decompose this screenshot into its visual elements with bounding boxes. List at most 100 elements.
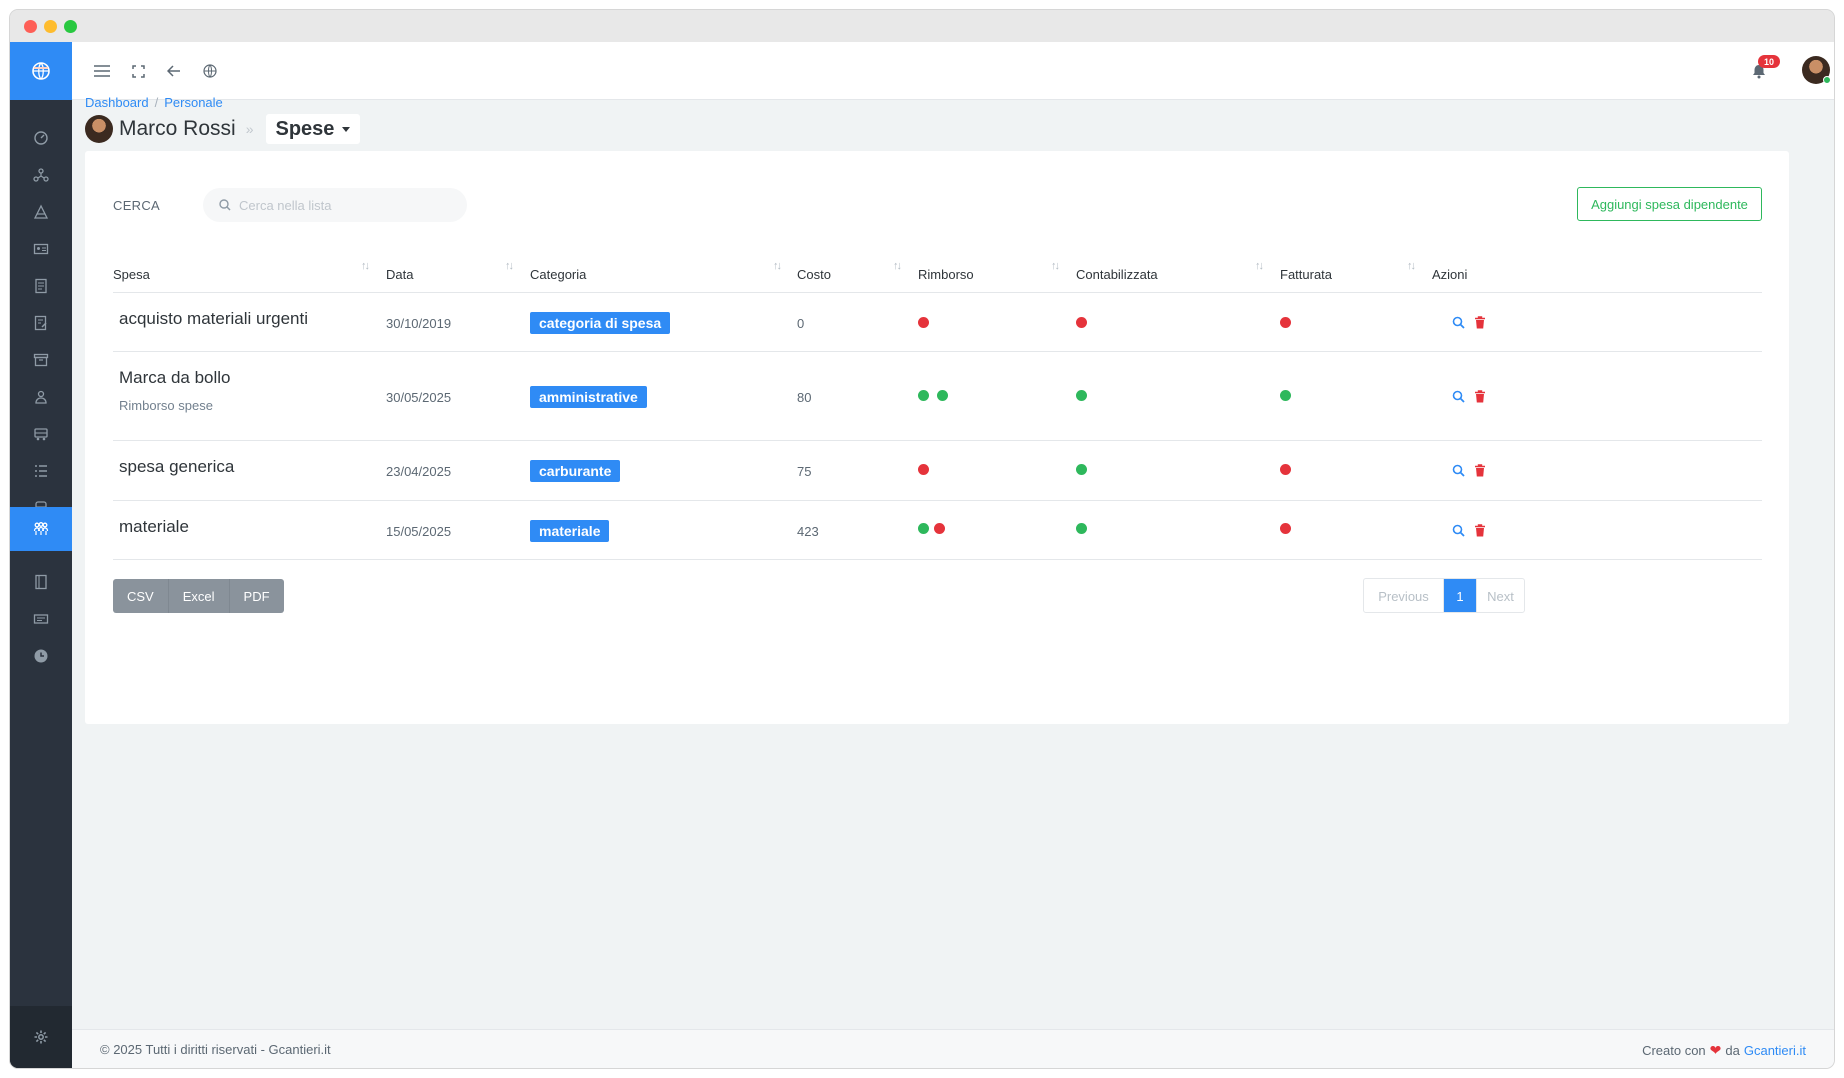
window-titlebar <box>10 10 1834 42</box>
rimborso-status-dot <box>934 523 945 534</box>
archive-icon <box>33 353 49 367</box>
gear-icon <box>34 1030 48 1044</box>
expense-date: 15/05/2025 <box>386 524 452 539</box>
trash-icon <box>1475 316 1485 329</box>
breadcrumb-dashboard[interactable]: Dashboard <box>85 95 149 110</box>
delete-button[interactable] <box>1474 524 1488 538</box>
back-button[interactable] <box>164 61 184 81</box>
trash-icon <box>1475 390 1485 403</box>
rimborso-status-dot <box>918 317 929 328</box>
caret-down-icon <box>342 126 351 132</box>
search-box <box>203 188 467 222</box>
document-icon <box>35 278 47 294</box>
pagination-next[interactable]: Next <box>1476 579 1524 612</box>
view-button[interactable] <box>1452 316 1466 330</box>
magnifier-icon <box>1452 390 1465 403</box>
search-input[interactable] <box>239 197 439 213</box>
heart-icon: ❤ <box>1709 1042 1722 1058</box>
expense-date: 30/10/2019 <box>386 316 452 331</box>
magnifier-icon <box>1452 524 1465 537</box>
dashboard-icon <box>34 131 48 145</box>
export-csv-button[interactable]: CSV <box>113 579 169 613</box>
footer-credits: Creato con ❤ da Gcantieri.it <box>1642 1042 1806 1059</box>
fullscreen-button[interactable] <box>128 61 148 81</box>
category-tag: materiale <box>530 520 610 542</box>
app-logo[interactable] <box>10 42 72 100</box>
notifications-badge: 10 <box>1758 55 1780 68</box>
footer-copyright: © 2025 Tutti i diritti riservati - Gcant… <box>100 1042 331 1057</box>
breadcrumb-separator: / <box>154 95 159 110</box>
column-header-data[interactable]: Data <box>386 256 413 293</box>
expense-title[interactable]: spesa generica <box>119 457 234 477</box>
sort-icon[interactable]: ↑↓ <box>505 260 514 272</box>
column-header-categoria[interactable]: Categoria <box>530 256 586 293</box>
sort-icon[interactable]: ↑↓ <box>1407 260 1416 272</box>
users-icon <box>35 390 47 404</box>
sort-icon[interactable]: ↑↓ <box>893 260 902 272</box>
footer-credits-prefix: Creato con <box>1642 1043 1706 1058</box>
pagination-page-1[interactable]: 1 <box>1444 579 1476 612</box>
sidebar-item-history[interactable] <box>10 634 72 678</box>
expense-title[interactable]: materiale <box>119 517 189 537</box>
column-header-spesa[interactable]: Spesa <box>113 256 150 293</box>
rimborso-status-dot <box>918 464 929 475</box>
column-header-costo[interactable]: Costo <box>797 256 831 293</box>
search-icon <box>219 199 231 211</box>
export-button-group: CSV Excel PDF <box>113 579 284 613</box>
header-separator: » <box>245 121 254 137</box>
globe-logo-icon <box>32 62 50 80</box>
view-button[interactable] <box>1452 390 1466 404</box>
category-tag: amministrative <box>530 386 647 408</box>
sidebar-item-personale[interactable] <box>10 507 72 551</box>
section-dropdown[interactable]: Spese <box>265 114 361 144</box>
menu-toggle-button[interactable] <box>92 61 112 81</box>
fullscreen-icon <box>131 64 145 78</box>
table-row: spesa generica 23/04/2025 carburante 75 <box>113 441 1762 501</box>
app-window: 10 Dashboard / Personale Marco Rossi » S… <box>10 10 1834 1068</box>
clock-icon <box>34 649 48 663</box>
pagination-previous[interactable]: Previous <box>1364 579 1444 612</box>
language-button[interactable] <box>200 61 220 81</box>
minimize-window-button[interactable] <box>44 20 57 33</box>
delete-button[interactable] <box>1474 390 1488 404</box>
view-button[interactable] <box>1452 464 1466 478</box>
table-header: Spesa ↑↓ Data ↑↓ Categoria ↑↓ Costo ↑↓ R… <box>113 256 1762 293</box>
delete-button[interactable] <box>1474 464 1488 478</box>
employee-name: Marco Rossi <box>119 117 236 140</box>
expense-title[interactable]: acquisto materiali urgenti <box>119 309 308 329</box>
expense-cost: 423 <box>797 524 819 539</box>
hamburger-icon <box>94 65 110 77</box>
export-pdf-button[interactable]: PDF <box>229 579 284 613</box>
view-button[interactable] <box>1452 524 1466 538</box>
sort-icon[interactable]: ↑↓ <box>773 260 782 272</box>
close-window-button[interactable] <box>24 20 37 33</box>
vehicle-icon <box>34 428 48 441</box>
sort-icon[interactable]: ↑↓ <box>1255 260 1264 272</box>
delete-button[interactable] <box>1474 316 1488 330</box>
sidebar-settings[interactable] <box>10 1006 72 1068</box>
table-row: acquisto materiali urgenti 30/10/2019 ca… <box>113 293 1762 352</box>
column-header-contabilizzata[interactable]: Contabilizzata <box>1076 256 1158 293</box>
fatturata-status-dot <box>1280 317 1291 328</box>
export-excel-button[interactable]: Excel <box>168 579 230 613</box>
globe-icon <box>203 64 217 78</box>
expense-title[interactable]: Marca da bollo <box>119 368 231 388</box>
maximize-window-button[interactable] <box>64 20 77 33</box>
column-header-fatturata[interactable]: Fatturata <box>1280 256 1332 293</box>
contabilizzata-status-dot <box>1076 317 1087 328</box>
breadcrumb-personale[interactable]: Personale <box>164 95 223 110</box>
sort-icon[interactable]: ↑↓ <box>1051 260 1060 272</box>
network-icon <box>33 168 49 182</box>
expense-date: 23/04/2025 <box>386 464 452 479</box>
footer-credits-mid: da <box>1725 1043 1740 1058</box>
contabilizzata-status-dot <box>1076 464 1087 475</box>
section-dropdown-label: Spese <box>275 117 335 140</box>
expense-date: 30/05/2025 <box>386 390 452 405</box>
footer-link[interactable]: Gcantieri.it <box>1744 1043 1806 1058</box>
add-expense-button[interactable]: Aggiungi spesa dipendente <box>1577 187 1762 221</box>
sort-icon[interactable]: ↑↓ <box>361 260 370 272</box>
fatturata-status-dot <box>1280 464 1291 475</box>
sidebar <box>10 42 72 1068</box>
trash-icon <box>1475 524 1485 537</box>
column-header-rimborso[interactable]: Rimborso <box>918 256 974 293</box>
